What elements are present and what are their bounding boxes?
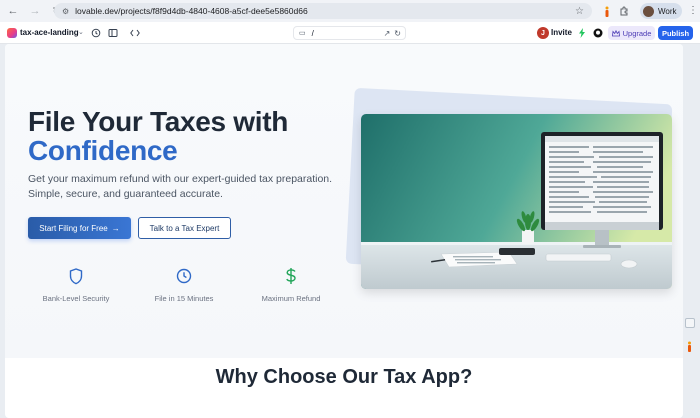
chevron-down-icon[interactable]: ⌄: [78, 28, 84, 36]
editor-toolbar: tax-ace-landing ⌄ ▭ / ↗ ↻ J Invite Upgra…: [0, 22, 700, 44]
open-external-icon[interactable]: ↗: [384, 29, 391, 38]
dollar-icon: [241, 266, 341, 286]
hero-subtitle: Get your maximum refund with our expert-…: [28, 173, 333, 200]
extensions-puzzle-icon[interactable]: [617, 4, 631, 18]
preview-path-bar[interactable]: ▭ / ↗ ↻: [293, 26, 406, 40]
lightning-icon[interactable]: [576, 27, 588, 39]
profile-label: Work: [658, 6, 677, 16]
invite-avatar: J: [537, 27, 549, 39]
hero-image: [361, 114, 672, 289]
hero-title-line2: Confidence: [28, 135, 178, 166]
browser-toolbar: ← → ↻ ⚙ lovable.dev/projects/f8f9d4db-48…: [0, 0, 700, 22]
hero-section: File Your Taxes with Confidence Get your…: [5, 44, 683, 358]
sidebar-toggle-icon[interactable]: [107, 27, 119, 39]
feature-label: Maximum Refund: [261, 294, 321, 303]
preview-frame: File Your Taxes with Confidence Get your…: [5, 44, 683, 418]
refresh-icon[interactable]: ↻: [394, 29, 401, 38]
avatar: [643, 5, 654, 17]
feature-refund: Maximum Refund: [241, 266, 341, 303]
address-bar[interactable]: ⚙ lovable.dev/projects/f8f9d4db-4840-460…: [54, 3, 592, 19]
project-name[interactable]: tax-ace-landing: [20, 28, 79, 37]
code-icon[interactable]: [129, 27, 141, 39]
publish-button[interactable]: Publish: [658, 26, 693, 40]
invite-button[interactable]: Invite: [551, 28, 572, 37]
github-icon[interactable]: [592, 27, 604, 39]
lovable-logo[interactable]: [7, 28, 17, 38]
device-icon[interactable]: ▭: [299, 29, 306, 37]
feature-label: File in 15 Minutes: [154, 294, 214, 303]
section-heading: Why Choose Our Tax App?: [215, 366, 473, 388]
mail-icon[interactable]: [685, 318, 695, 328]
talk-to-expert-button[interactable]: Talk to a Tax Expert: [138, 217, 231, 239]
site-info-icon[interactable]: ⚙: [62, 7, 69, 16]
back-icon[interactable]: ←: [6, 4, 20, 18]
upgrade-button[interactable]: Upgrade: [608, 26, 655, 40]
clock-icon: [134, 266, 234, 286]
feature-security: Bank-Level Security: [26, 266, 126, 303]
history-icon[interactable]: [90, 27, 102, 39]
feature-label: Bank-Level Security: [42, 294, 110, 303]
shield-icon: [26, 266, 126, 286]
arrow-right-icon: →: [111, 223, 120, 233]
extension-orange-icon[interactable]: [600, 4, 614, 18]
profile-chip[interactable]: Work: [640, 3, 682, 19]
start-filing-label: Start Filing for Free: [39, 223, 108, 233]
menu-kebab-icon[interactable]: ⋮: [688, 5, 698, 16]
start-filing-button[interactable]: Start Filing for Free →: [28, 217, 131, 239]
preview-path: /: [311, 28, 314, 38]
side-tools: [684, 318, 696, 368]
feature-speed: File in 15 Minutes: [134, 266, 234, 303]
hero-title-line1: File Your Taxes with: [28, 106, 289, 137]
bookmark-star-icon[interactable]: ☆: [575, 6, 584, 17]
extension-orange-side-icon[interactable]: [687, 339, 692, 352]
crown-icon: [611, 29, 620, 36]
upgrade-label: Upgrade: [622, 28, 652, 38]
forward-icon[interactable]: →: [28, 4, 42, 18]
url-text: lovable.dev/projects/f8f9d4db-4840-4608-…: [75, 6, 308, 16]
